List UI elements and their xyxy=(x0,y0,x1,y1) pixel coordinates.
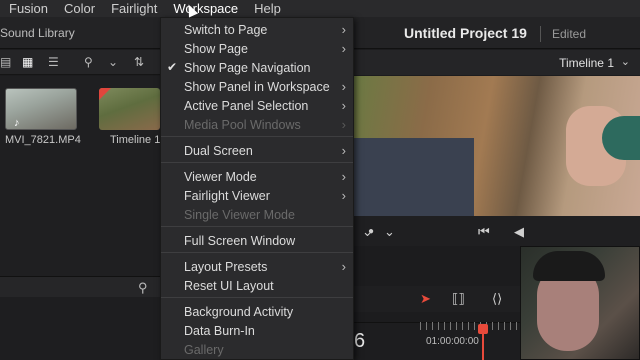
sound-library-label[interactable]: Sound Library xyxy=(0,26,75,40)
chevron-right-icon: › xyxy=(341,188,346,203)
menu-item-label: Show Page Navigation xyxy=(184,61,311,75)
title-divider xyxy=(540,26,541,42)
timeline-selector[interactable]: Timeline 1 ⌄ xyxy=(354,50,640,75)
timeline-thumbnail[interactable] xyxy=(99,88,160,130)
menu-fusion[interactable]: Fusion xyxy=(0,0,56,17)
menu-item-label: Dual Screen xyxy=(184,144,253,158)
viewer-frame-shirt xyxy=(354,138,474,216)
menu-workspace[interactable]: Workspace xyxy=(165,0,246,17)
video-viewer[interactable] xyxy=(354,76,640,216)
menu-item-background-activity[interactable]: Background Activity xyxy=(161,303,353,322)
menu-item-reset-ui-layout[interactable]: Reset UI Layout xyxy=(161,277,353,296)
detail-view-icon[interactable]: ☰ xyxy=(48,56,59,68)
menu-item-switch-to-page[interactable]: Switch to Page › xyxy=(161,21,353,40)
menu-separator xyxy=(161,297,353,298)
menu-item-label: Show Page xyxy=(184,42,248,56)
pip-hat xyxy=(533,251,605,281)
menu-item-gallery: Gallery xyxy=(161,341,353,360)
menu-item-fairlight-viewer[interactable]: Fairlight Viewer › xyxy=(161,187,353,206)
menu-separator xyxy=(161,252,353,253)
clip-name: Timeline 1 xyxy=(110,134,161,146)
menu-item-active-panel-selection[interactable]: Active Panel Selection › xyxy=(161,97,353,116)
menu-item-dual-screen[interactable]: Dual Screen › xyxy=(161,142,353,161)
menu-bar: Fusion Color Fairlight Workspace Help xyxy=(0,0,640,17)
menu-item-label: Switch to Page xyxy=(184,23,268,37)
chevron-right-icon: › xyxy=(341,143,346,158)
menu-item-label: Background Activity xyxy=(184,305,294,319)
search-icon[interactable]: ⚲ xyxy=(84,56,93,68)
workspace-menu-dropdown: Switch to Page › Show Page › ✔ Show Page Navi… xyxy=(160,17,354,360)
menu-separator xyxy=(161,162,353,163)
lower-left-panel: ⚲ xyxy=(0,276,160,360)
chevron-right-icon: › xyxy=(341,117,346,132)
menu-fairlight[interactable]: Fairlight xyxy=(103,0,165,17)
menu-item-media-pool-windows: Media Pool Windows › xyxy=(161,116,353,135)
clip-thumbnail[interactable]: ♪ xyxy=(5,88,77,130)
ruler-ticks xyxy=(420,322,524,330)
menu-item-label: Media Pool Windows xyxy=(184,118,301,132)
menu-item-label: Gallery xyxy=(184,343,224,357)
clip-name: MVI_7821.MP4 xyxy=(5,134,81,146)
menu-item-label: Reset UI Layout xyxy=(184,279,274,293)
menu-item-viewer-mode[interactable]: Viewer Mode › xyxy=(161,168,353,187)
grid-view-icon[interactable]: ▦ xyxy=(22,56,33,68)
chevron-right-icon: › xyxy=(341,79,346,94)
audio-note-icon: ♪ xyxy=(14,117,20,129)
chevron-right-icon: › xyxy=(341,169,346,184)
list-view-icon[interactable]: ▤ xyxy=(0,56,11,68)
viewer-frame-mic xyxy=(602,116,640,160)
sort-icon[interactable]: ⇅ xyxy=(134,56,144,68)
dynamic-trim-icon[interactable]: ⟨⟩ xyxy=(492,291,502,307)
chevron-down-icon: ⌄ xyxy=(620,56,630,68)
chevron-right-icon: › xyxy=(341,98,346,113)
selection-tool-icon[interactable]: ➤ xyxy=(420,291,431,307)
menu-item-show-page[interactable]: Show Page › xyxy=(161,40,353,59)
menu-item-single-viewer-mode: Single Viewer Mode xyxy=(161,206,353,225)
timecode-digit: 6 xyxy=(354,330,366,352)
menu-item-label: Active Panel Selection xyxy=(184,99,309,113)
menu-item-label: Data Burn-In xyxy=(184,324,255,338)
timeline-toolbar: ➤ ⟦⟧ ⟨⟩ xyxy=(354,286,524,312)
menu-help[interactable]: Help xyxy=(246,0,289,17)
menu-separator xyxy=(161,226,353,227)
menu-item-label: Full Screen Window xyxy=(184,234,296,248)
picture-in-picture-camera xyxy=(520,246,640,360)
menu-item-label: Show Panel in Workspace xyxy=(184,80,330,94)
menu-item-label: Single Viewer Mode xyxy=(184,208,295,222)
menu-item-data-burn-in[interactable]: Data Burn-In xyxy=(161,322,353,341)
media-pool-toolbar: ▤ ▦ ☰ ⚲ ⌄ ⇅ xyxy=(0,50,160,75)
play-reverse-icon[interactable]: ◀ xyxy=(514,224,524,240)
timeline-name: Timeline 1 xyxy=(559,56,614,70)
menu-item-label: Viewer Mode xyxy=(184,170,257,184)
chevron-down-icon[interactable]: ⌄ xyxy=(384,224,395,240)
media-pool: ♪ MVI_7821.MP4 Timeline 1 xyxy=(0,76,160,276)
menu-separator xyxy=(161,136,353,137)
project-state: Edited xyxy=(552,27,587,41)
chevron-right-icon: › xyxy=(341,259,346,274)
project-title: Untitled Project 19 xyxy=(404,25,527,41)
transport-controls: ⌄ ● ⌄ ⏮ ◀ xyxy=(354,216,640,246)
menu-color[interactable]: Color xyxy=(56,0,103,17)
menu-item-show-page-navigation[interactable]: ✔ Show Page Navigation xyxy=(161,59,353,78)
chevron-down-icon[interactable]: ⌄ xyxy=(108,56,118,68)
playhead-line xyxy=(482,332,484,360)
timecode-label: 01:00:00:00 xyxy=(426,336,479,347)
menu-item-label: Fairlight Viewer xyxy=(184,189,270,203)
trim-tool-icon[interactable]: ⟦⟧ xyxy=(452,291,465,307)
chevron-right-icon: › xyxy=(341,22,346,37)
chevron-right-icon: › xyxy=(341,41,346,56)
checkmark-icon: ✔ xyxy=(167,60,178,74)
checkmark-icon xyxy=(99,88,111,100)
menu-item-label: Layout Presets xyxy=(184,260,268,274)
dot-icon: ● xyxy=(368,226,375,237)
menu-item-layout-presets[interactable]: Layout Presets › xyxy=(161,258,353,277)
skip-back-icon[interactable]: ⏮ xyxy=(478,224,490,240)
search-bar[interactable]: ⚲ xyxy=(0,277,160,297)
search-icon[interactable]: ⚲ xyxy=(138,280,148,296)
menu-item-show-panel-in-workspace[interactable]: Show Panel in Workspace › xyxy=(161,78,353,97)
menu-item-full-screen-window[interactable]: Full Screen Window xyxy=(161,232,353,251)
